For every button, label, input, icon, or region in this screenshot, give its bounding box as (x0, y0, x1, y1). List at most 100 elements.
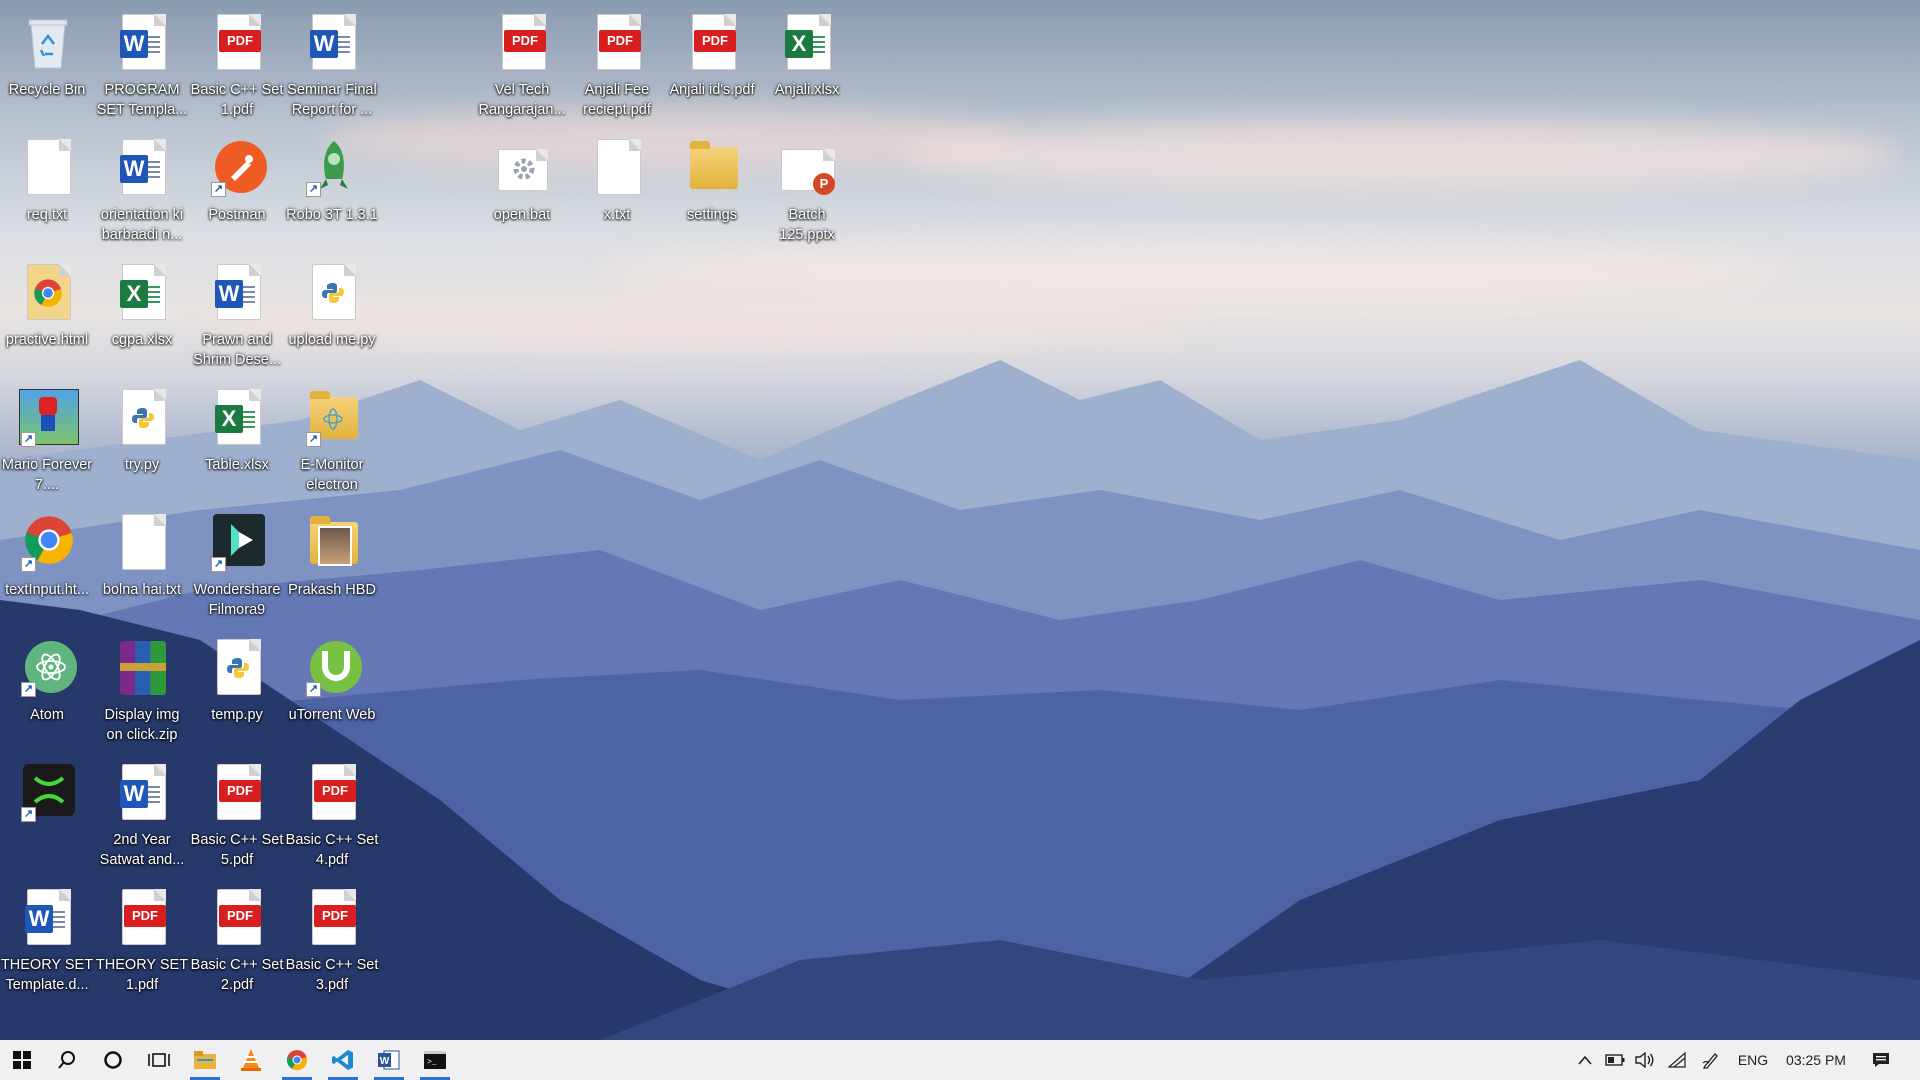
desktop-icon-label: Batch 125.pptx (779, 207, 835, 243)
basic-cpp-set3-glyph: PDF (304, 889, 360, 949)
svg-text:>_: >_ (427, 1058, 437, 1067)
word-icon: W (378, 1050, 400, 1070)
basic-cpp-set1-glyph: PDF (209, 14, 265, 74)
language-indicator[interactable]: ENG (1730, 1040, 1776, 1080)
desktop-icon-recycle-bin[interactable]: Recycle Bin (0, 6, 94, 128)
basic-cpp-set5-glyph: PDF (209, 764, 265, 824)
prakash-hbd-glyph (304, 514, 360, 574)
desktop-icon-anjali-xlsx[interactable]: X Anjali.xlsx (760, 6, 854, 128)
desktop-icon-label: Mario Forever 7.... (1, 457, 93, 493)
desktop-icon-postman[interactable]: ↗ Postman (190, 131, 284, 253)
desktop-icon-anjali-fee-receipt[interactable]: PDF Anjali Fee reciept.pdf (570, 6, 664, 128)
desktop-icon-batch125[interactable]: P Batch 125.pptx (760, 131, 854, 253)
search-button[interactable] (44, 1040, 90, 1080)
desktop-icon-upload-me-py[interactable]: upload me.py (285, 256, 379, 378)
anjali-xlsx-glyph: X (779, 14, 835, 74)
start-button[interactable] (0, 1040, 44, 1080)
desktop-icon-practice-html[interactable]: practive.html (0, 256, 94, 378)
shortcut-arrow-icon: ↗ (21, 682, 36, 697)
desktop-icon-textinput[interactable]: ↗ textInput.ht... (0, 506, 94, 628)
taskbar-word[interactable]: W (366, 1040, 412, 1080)
desktop-icon-bolna-hai[interactable]: bolna hai.txt (95, 506, 189, 628)
taskbar-vscode[interactable] (320, 1040, 366, 1080)
shortcut-arrow-icon: ↗ (21, 807, 36, 822)
desktop-icon-req-txt[interactable]: req.txt (0, 131, 94, 253)
show-hidden-icons-button[interactable] (1572, 1040, 1598, 1080)
desktop-icon-open-bat[interactable]: open.bat (475, 131, 569, 253)
cortana-button[interactable] (90, 1040, 136, 1080)
action-center-button[interactable] (1864, 1040, 1898, 1080)
desktop-icon-try-py[interactable]: try.py (95, 381, 189, 503)
desktop-icon-atom[interactable]: ↗ Atom (0, 631, 94, 753)
desktop-icon-basic-cpp-set2[interactable]: PDF Basic C++ Set 2.pdf (190, 881, 284, 1003)
xampp-glyph: ↗ (19, 764, 75, 824)
anjali-fee-receipt-glyph: PDF (589, 14, 645, 74)
desktop-icon-e-monitor[interactable]: ↗ E-Monitor electron (285, 381, 379, 503)
batch125-glyph: P (779, 139, 835, 199)
volume-icon (1635, 1052, 1654, 1068)
taskbar-chrome[interactable] (274, 1040, 320, 1080)
taskbar-file-explorer[interactable] (182, 1040, 228, 1080)
desktop-icon-seminar-final-report[interactable]: W Seminar Final Report for ... (285, 6, 379, 128)
desktop-icon-temp-py[interactable]: temp.py (190, 631, 284, 753)
desktop-icon-xampp[interactable]: ↗ (0, 756, 94, 878)
desktop-icon-x-txt[interactable]: x.txt (570, 131, 664, 253)
taskbar-vlc[interactable] (228, 1040, 274, 1080)
filmora-glyph: ↗ (209, 514, 265, 574)
desktop-icon-display-img-zip[interactable]: Display img on click.zip (95, 631, 189, 753)
desktop-icon-vel-tech[interactable]: PDF Vel Tech Rangarajan... (475, 6, 569, 128)
desktop-icon-prakash-hbd[interactable]: Prakash HBD (285, 506, 379, 628)
desktop-icon-label: Basic C++ Set 4.pdf (285, 832, 379, 868)
desktop-icon-settings[interactable]: settings (665, 131, 759, 253)
utorrent-glyph: ↗ (304, 639, 362, 699)
desktop-icon-label: Basic C++ Set 1.pdf (190, 82, 284, 118)
desktop-icon-label: Recycle Bin (8, 82, 86, 98)
basic-cpp-set2-glyph: PDF (209, 889, 265, 949)
bolna-hai-glyph (114, 514, 170, 574)
desktop-icon-orientation[interactable]: Worientation ki barbaadi n... (95, 131, 189, 253)
desktop-icon-label: Vel Tech Rangarajan... (478, 82, 566, 118)
desktop-icon-label: bolna hai.txt (102, 582, 182, 598)
pen-icon (1702, 1053, 1718, 1069)
desktop[interactable]: Recycle Bin W PROGRAM SET Templa... PDF Basi… (0, 0, 1920, 1040)
desktop-icon-label: 2nd Year Satwat and... (99, 832, 185, 868)
desktop-icon-label: upload me.py (288, 332, 376, 348)
network-status[interactable] (1664, 1040, 1690, 1080)
cortana-icon (104, 1051, 122, 1069)
desktop-icon-filmora[interactable]: ↗ Wondershare Filmora9 (190, 506, 284, 628)
chrome-icon (286, 1050, 308, 1071)
display-img-zip-glyph (114, 639, 170, 699)
notification-icon (1873, 1053, 1889, 1067)
desktop-icon-anjali-ids[interactable]: PDF Anjali id's.pdf (665, 6, 759, 128)
desktop-icon-second-year[interactable]: W 2nd Year Satwat and... (95, 756, 189, 878)
chevron-up-icon (1578, 1055, 1592, 1065)
desktop-icon-basic-cpp-set5[interactable]: PDF Basic C++ Set 5.pdf (190, 756, 284, 878)
settings-glyph (684, 139, 740, 199)
pen-workspace-button[interactable] (1698, 1040, 1724, 1080)
desktop-icon-utorrent[interactable]: ↗ uTorrent Web (285, 631, 379, 753)
volume-control[interactable] (1632, 1040, 1658, 1080)
task-view-button[interactable] (136, 1040, 182, 1080)
taskbar-terminal[interactable]: >_ (412, 1040, 458, 1080)
battery-status[interactable] (1602, 1040, 1628, 1080)
desktop-icon-basic-cpp-set3[interactable]: PDF Basic C++ Set 3.pdf (285, 881, 379, 1003)
desktop-icon-program-set-template[interactable]: W PROGRAM SET Templa... (95, 6, 189, 128)
desktop-icon-robo3t[interactable]: ↗ Robo 3T 1.3.1 (285, 131, 379, 253)
clock[interactable]: 03:25 PM (1776, 1040, 1856, 1080)
desktop-icon-basic-cpp-set4[interactable]: PDF Basic C++ Set 4.pdf (285, 756, 379, 878)
desktop-icon-mario[interactable]: ↗ Mario Forever 7.... (0, 381, 94, 503)
desktop-icon-label: Wondershare Filmora9 (193, 582, 281, 618)
desktop-icon-label: orientation ki barbaadi n... (100, 207, 184, 243)
battery-icon (1605, 1054, 1625, 1066)
desktop-icon-theory-set1[interactable]: PDF THEORY SET 1.pdf (95, 881, 189, 1003)
desktop-icon-theory-set-template[interactable]: W THEORY SET Template.d... (0, 881, 94, 1003)
desktop-icon-table-xlsx[interactable]: X Table.xlsx (190, 381, 284, 503)
desktop-icon-basic-cpp-set1[interactable]: PDF Basic C++ Set 1.pdf (190, 6, 284, 128)
desktop-icon-prawn-shrimp[interactable]: W Prawn and Shrim Dese... (190, 256, 284, 378)
desktop-icon-label: Seminar Final Report for ... (287, 82, 377, 118)
search-icon (58, 1051, 75, 1069)
basic-cpp-set4-glyph: PDF (304, 764, 360, 824)
desktop-icon-label: temp.py (211, 707, 263, 723)
desktop-icon-cgpa-xlsx[interactable]: Xcgpa.xlsx (95, 256, 189, 378)
shortcut-arrow-icon: ↗ (21, 557, 36, 572)
